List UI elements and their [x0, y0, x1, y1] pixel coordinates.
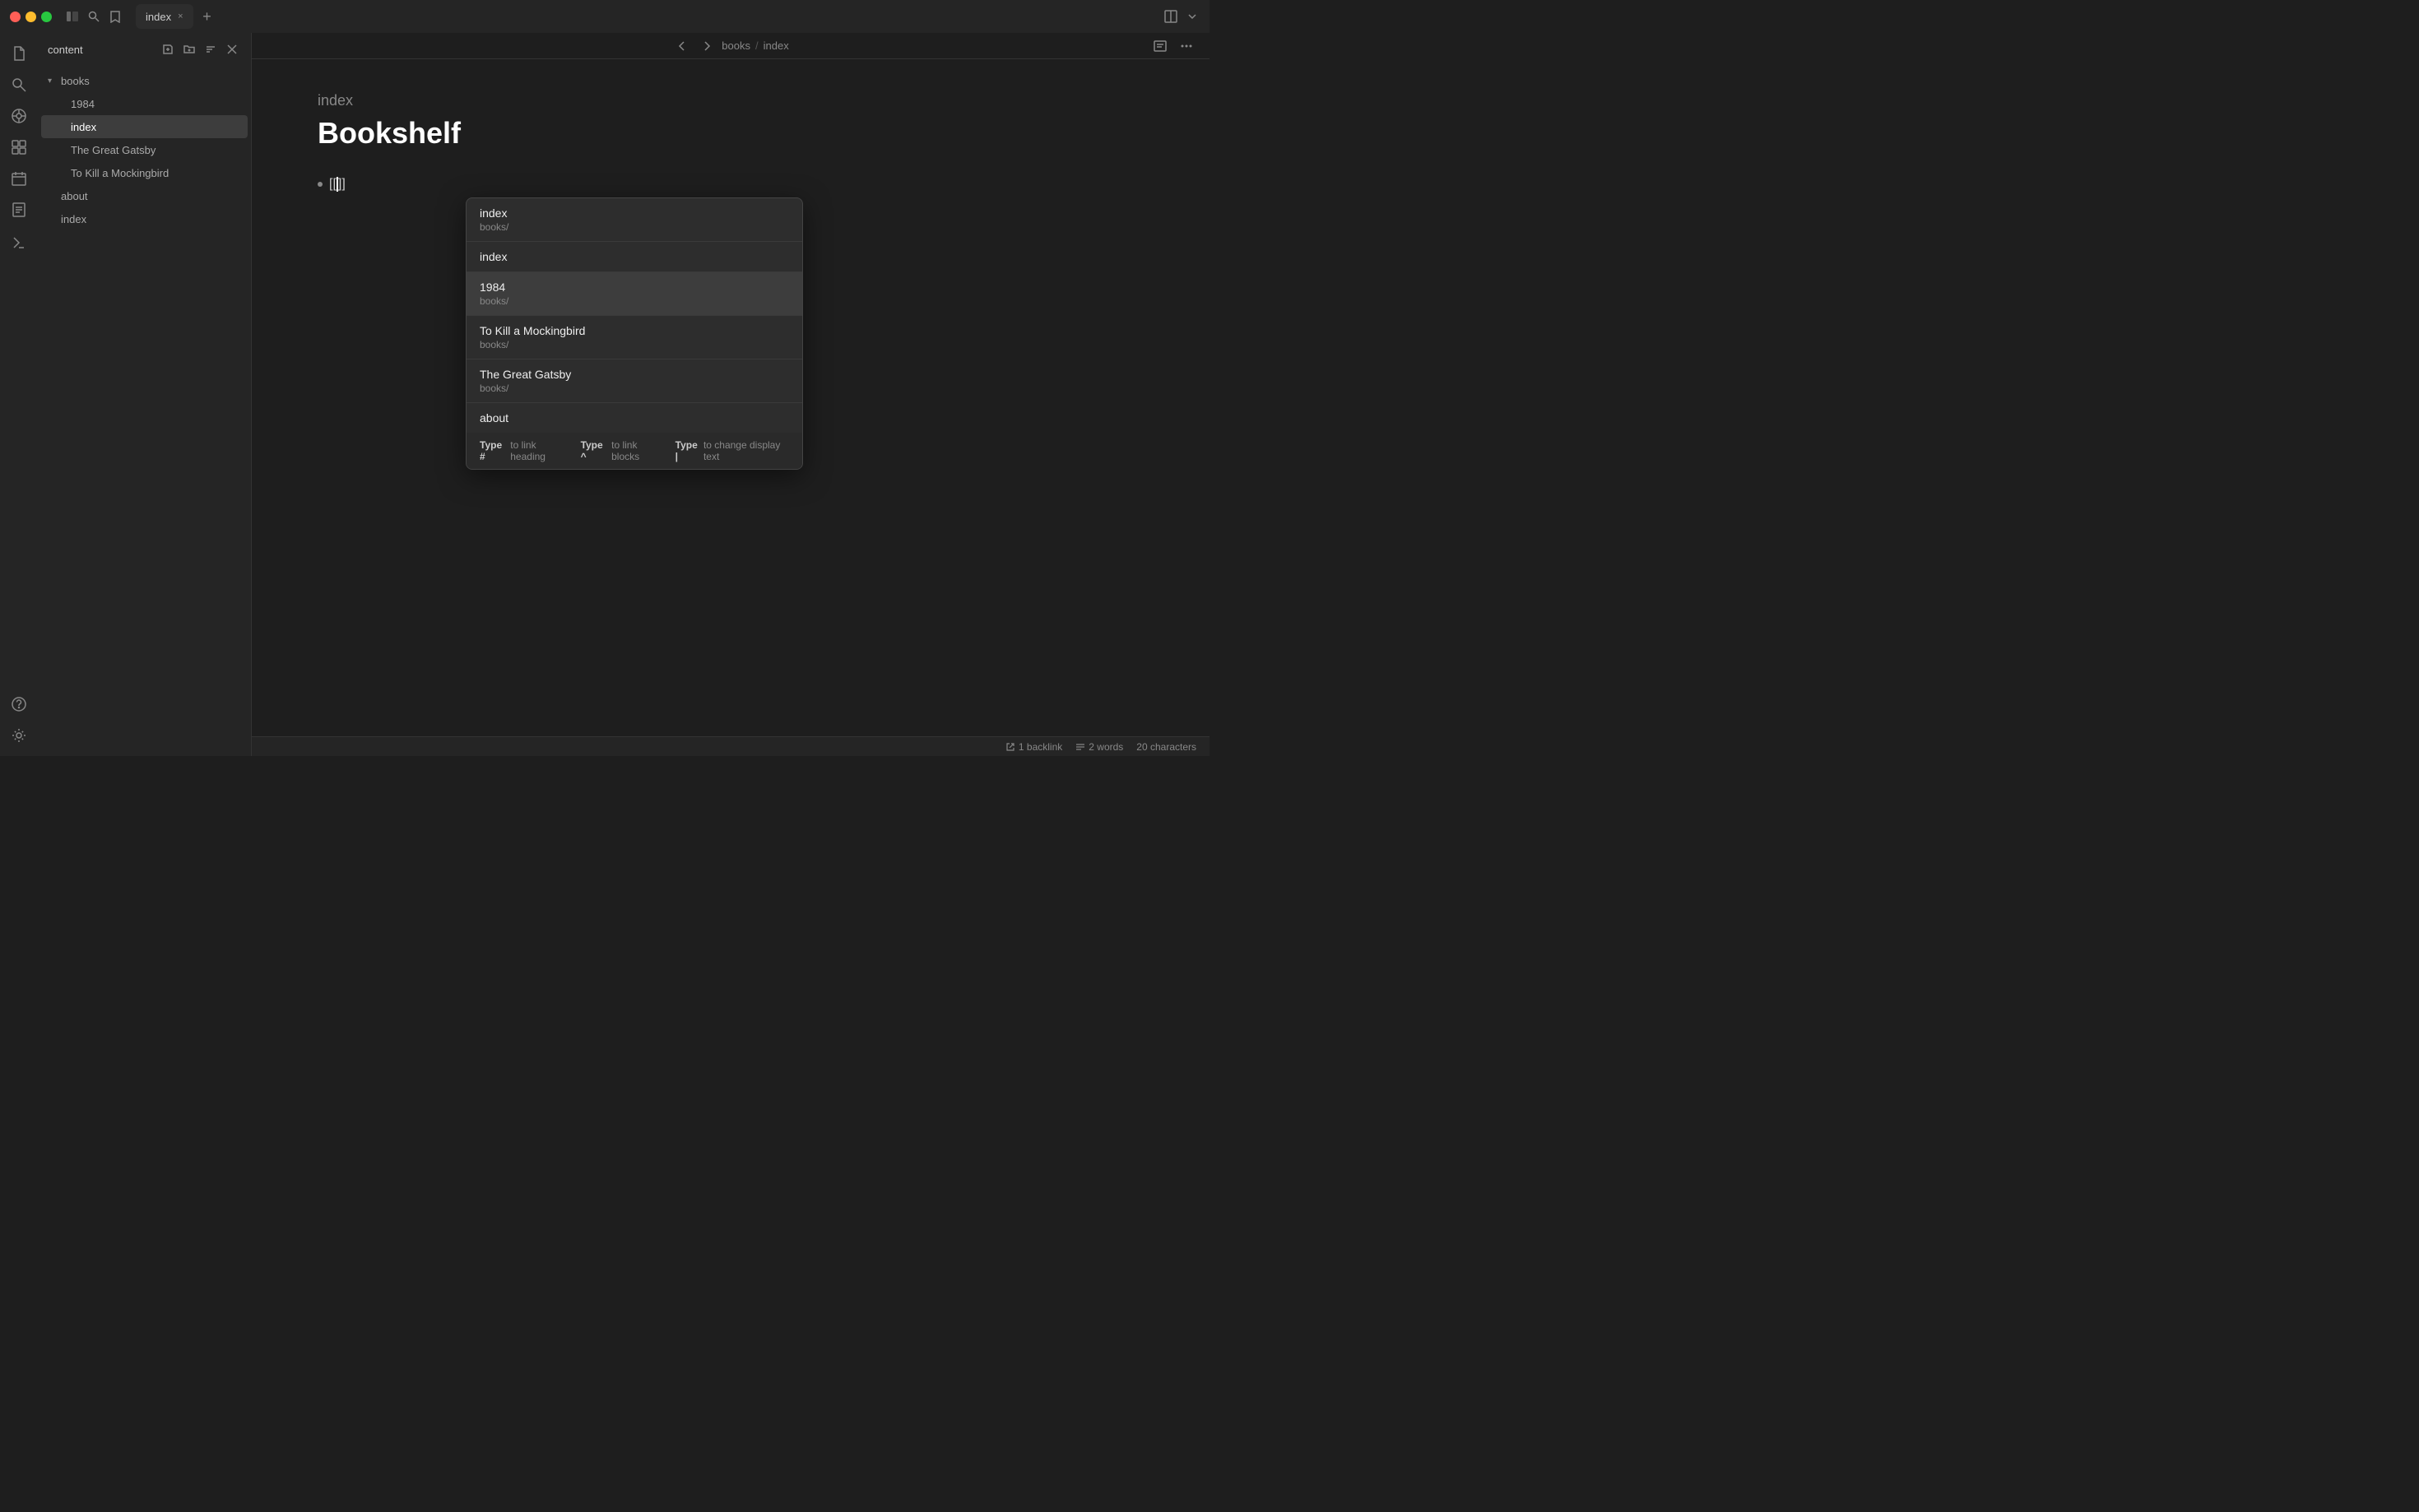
- sidebar: content: [38, 33, 252, 756]
- activity-calendar-icon[interactable]: [5, 165, 33, 192]
- new-folder-icon[interactable]: [180, 40, 198, 58]
- sidebar-tree: ▾ books 1984 index The Great Gatsby To K: [38, 66, 251, 756]
- close-sidebar-icon[interactable]: [223, 40, 241, 58]
- statusbar: 1 backlink 2 words 20 characters: [252, 736, 1210, 756]
- tab-label: index: [146, 11, 171, 23]
- activity-pages-icon[interactable]: [5, 196, 33, 224]
- page-subtitle: index: [318, 92, 1144, 109]
- bullet-icon: [318, 182, 323, 187]
- dropdown-item-gatsby[interactable]: The Great Gatsby books/: [467, 359, 802, 403]
- sidebar-item-about[interactable]: about: [41, 184, 248, 207]
- activity-blocks-icon[interactable]: [5, 133, 33, 161]
- dropdown-item-1984[interactable]: 1984 books/: [467, 272, 802, 316]
- activity-search-icon[interactable]: [5, 71, 33, 99]
- activity-settings-icon[interactable]: [5, 721, 33, 749]
- sidebar-header: content: [38, 33, 251, 66]
- activity-graph-icon[interactable]: [5, 102, 33, 130]
- activity-help-icon[interactable]: [5, 690, 33, 718]
- breadcrumb-books: books: [722, 39, 750, 52]
- sidebar-item-1984[interactable]: 1984: [41, 92, 248, 115]
- new-tab-button[interactable]: +: [197, 6, 218, 27]
- nav-forward-button[interactable]: [697, 36, 717, 56]
- sidebar-toggle-icon[interactable]: [65, 9, 80, 24]
- tabs-area: index × +: [136, 4, 1157, 29]
- activity-files-icon[interactable]: [5, 39, 33, 67]
- more-options-icon[interactable]: [1177, 36, 1196, 56]
- breadcrumb-index: index: [764, 39, 789, 52]
- new-note-icon[interactable]: [159, 40, 177, 58]
- titlebar-right: [1163, 9, 1200, 24]
- dropdown-item-mockingbird[interactable]: To Kill a Mockingbird books/: [467, 316, 802, 359]
- page-title: Bookshelf: [318, 116, 1144, 151]
- breadcrumb: books / index: [252, 33, 1210, 59]
- backlink-count: 1 backlink: [1005, 741, 1062, 753]
- tab-index[interactable]: index ×: [136, 4, 193, 29]
- activity-terminal-icon[interactable]: [5, 227, 33, 255]
- sort-icon[interactable]: [202, 40, 220, 58]
- chevron-down-icon: ▾: [48, 77, 61, 86]
- titlebar: index × +: [0, 0, 1210, 33]
- sidebar-actions: [159, 40, 241, 58]
- char-count: 20 characters: [1136, 741, 1196, 753]
- sidebar-title: content: [48, 44, 83, 56]
- dropdown-item-index-books[interactable]: index books/: [467, 198, 802, 242]
- layout-icon[interactable]: [1163, 9, 1178, 24]
- sidebar-item-index-books[interactable]: index: [41, 115, 248, 138]
- app-layout: content: [0, 33, 1210, 756]
- titlebar-left-icons: [65, 9, 123, 24]
- search-icon[interactable]: [86, 9, 101, 24]
- cursor: [337, 177, 338, 192]
- bookmark-icon[interactable]: [108, 9, 123, 24]
- nav-back-button[interactable]: [672, 36, 692, 56]
- footer-hint-heading: Type # to link heading: [480, 439, 568, 462]
- dropdown-item-index[interactable]: index: [467, 242, 802, 272]
- sidebar-item-great-gatsby[interactable]: The Great Gatsby: [41, 138, 248, 161]
- minimize-button[interactable]: [26, 12, 36, 22]
- tab-close-icon[interactable]: ×: [178, 12, 183, 21]
- chevron-down-icon[interactable]: [1185, 9, 1200, 24]
- close-button[interactable]: [10, 12, 21, 22]
- editor-area: books / index: [252, 33, 1210, 756]
- activity-bottom: [5, 690, 33, 749]
- reader-mode-icon[interactable]: [1150, 36, 1170, 56]
- maximize-button[interactable]: [41, 12, 52, 22]
- sidebar-item-books[interactable]: ▾ books: [41, 69, 248, 92]
- sidebar-item-index-root[interactable]: index: [41, 207, 248, 230]
- traffic-lights: [10, 12, 52, 22]
- editor-content[interactable]: index Bookshelf [[]] index books/ index: [252, 59, 1210, 736]
- dropdown-footer: Type # to link heading Type ^ to link bl…: [467, 433, 802, 469]
- breadcrumb-sep: /: [755, 39, 759, 52]
- bullet-line: [[]]: [318, 177, 1144, 192]
- sidebar-item-mockingbird[interactable]: To Kill a Mockingbird: [41, 161, 248, 184]
- word-count: 2 words: [1075, 741, 1123, 753]
- link-dropdown: index books/ index 1984 books/ To Kill a…: [466, 197, 803, 470]
- editor-text: [[]]: [329, 177, 346, 192]
- activity-bar: [0, 33, 38, 756]
- dropdown-item-about[interactable]: about: [467, 403, 802, 433]
- footer-hint-display: Type | to change display text: [676, 439, 789, 462]
- footer-hint-blocks: Type ^ to link blocks: [581, 439, 662, 462]
